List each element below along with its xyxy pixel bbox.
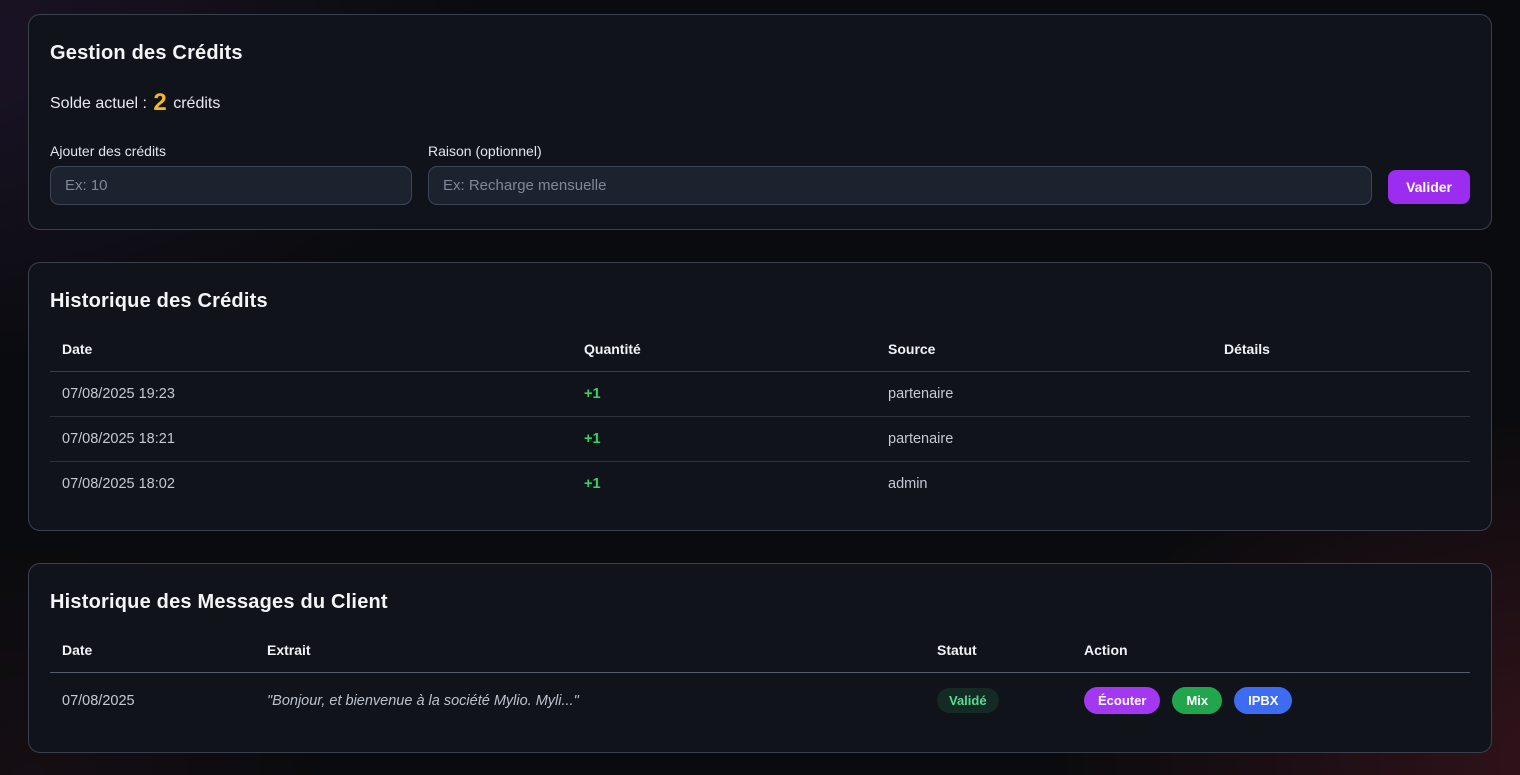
client-credits-page: Gestion des Crédits Solde actuel : 2 cré… (0, 0, 1520, 753)
mix-button[interactable]: Mix (1172, 687, 1222, 714)
balance-prefix: Solde actuel : (50, 95, 147, 112)
date-cell: 07/08/2025 18:21 (50, 417, 572, 462)
ipbx-button[interactable]: IPBX (1234, 687, 1292, 714)
current-balance: Solde actuel : 2 crédits (50, 89, 1470, 117)
actions-cell: Écouter Mix IPBX (1072, 673, 1470, 729)
messages-header-row: Date Extrait Statut Action (50, 630, 1470, 673)
source-cell: partenaire (876, 417, 1212, 462)
date-cell: 07/08/2025 (50, 673, 255, 729)
reason-input[interactable] (428, 166, 1372, 205)
quantity-cell: +1 (572, 372, 876, 417)
credit-history-row: 07/08/2025 18:21 +1 partenaire (50, 417, 1470, 462)
column-header-date: Date (50, 329, 572, 372)
quantity-cell: +1 (572, 417, 876, 462)
add-credits-label: Ajouter des crédits (50, 143, 412, 159)
credits-management-title: Gestion des Crédits (50, 42, 1470, 65)
column-header-quantity: Quantité (572, 329, 876, 372)
balance-value: 2 (153, 89, 166, 116)
credits-management-panel: Gestion des Crédits Solde actuel : 2 cré… (28, 14, 1492, 230)
credits-history-header-row: Date Quantité Source Détails (50, 329, 1470, 372)
quantity-cell: +1 (572, 462, 876, 507)
add-credits-input[interactable] (50, 166, 412, 205)
listen-button[interactable]: Écouter (1084, 687, 1160, 714)
client-messages-table: Date Extrait Statut Action 07/08/2025 "B… (50, 630, 1470, 728)
date-cell: 07/08/2025 19:23 (50, 372, 572, 417)
column-header-source: Source (876, 329, 1212, 372)
details-cell (1212, 462, 1470, 507)
status-badge: Validé (937, 688, 999, 713)
source-cell: partenaire (876, 372, 1212, 417)
credit-history-row: 07/08/2025 18:02 +1 admin (50, 462, 1470, 507)
column-header-excerpt: Extrait (255, 630, 925, 673)
date-cell: 07/08/2025 18:02 (50, 462, 572, 507)
credits-history-title: Historique des Crédits (50, 290, 1470, 313)
status-cell: Validé (925, 673, 1072, 729)
column-header-action: Action (1072, 630, 1470, 673)
credits-history-table: Date Quantité Source Détails 07/08/2025 … (50, 329, 1470, 506)
excerpt-cell: "Bonjour, et bienvenue à la société Myli… (255, 673, 925, 729)
submit-credits-button[interactable]: Valider (1388, 170, 1470, 204)
balance-suffix: crédits (173, 95, 220, 112)
details-cell (1212, 417, 1470, 462)
client-messages-panel: Historique des Messages du Client Date E… (28, 563, 1492, 753)
column-header-details: Détails (1212, 329, 1470, 372)
details-cell (1212, 372, 1470, 417)
reason-label: Raison (optionnel) (428, 143, 1372, 159)
credit-history-row: 07/08/2025 19:23 +1 partenaire (50, 372, 1470, 417)
source-cell: admin (876, 462, 1212, 507)
column-header-status: Statut (925, 630, 1072, 673)
amount-field-group: Ajouter des crédits (50, 143, 412, 205)
column-header-date: Date (50, 630, 255, 673)
message-row: 07/08/2025 "Bonjour, et bienvenue à la s… (50, 673, 1470, 729)
client-messages-title: Historique des Messages du Client (50, 591, 1470, 614)
credits-history-panel: Historique des Crédits Date Quantité Sou… (28, 262, 1492, 531)
reason-field-group: Raison (optionnel) (428, 143, 1372, 205)
add-credits-form: Ajouter des crédits Raison (optionnel) V… (50, 143, 1470, 205)
